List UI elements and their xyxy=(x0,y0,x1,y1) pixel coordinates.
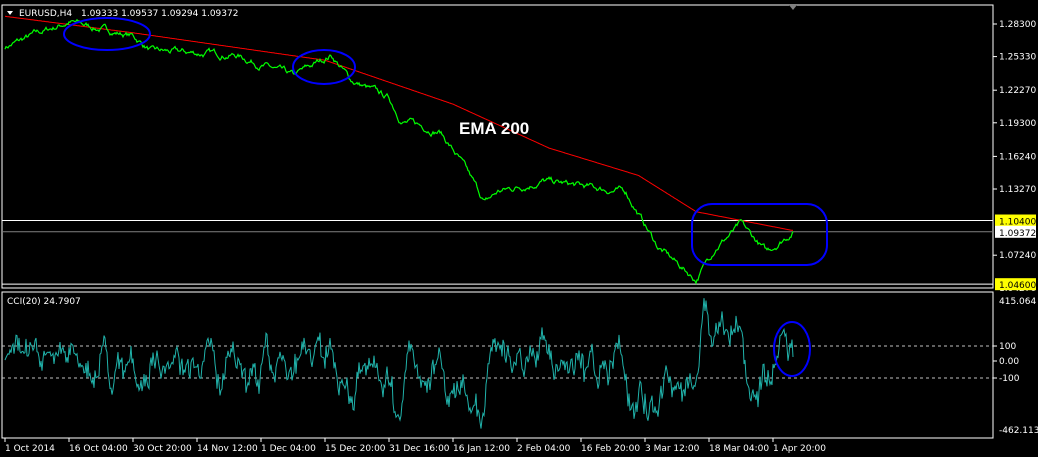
time-tick-label: 30 Oct 20:00 xyxy=(133,444,192,454)
price-tick-label: 1.28300 xyxy=(999,20,1036,30)
time-tick-label: 14 Nov 12:00 xyxy=(197,444,258,454)
time-tick-label: 18 Mar 04:00 xyxy=(709,444,769,454)
price-tick-label: 1.07240 xyxy=(999,251,1036,261)
cci-tick-label: -100 xyxy=(999,374,1020,384)
cci-tick-label: -462.1133 xyxy=(999,426,1038,436)
time-tick-label: 1 Oct 2014 xyxy=(5,444,55,454)
price-tick-label: 1.19300 xyxy=(999,119,1036,129)
ema-annotation: EMA 200 xyxy=(459,119,529,138)
time-tick-label: 2 Feb 04:00 xyxy=(517,444,571,454)
price-tick-label: 1.25330 xyxy=(999,53,1036,63)
price-line xyxy=(4,18,794,285)
current-price-label: 1.09372 xyxy=(999,229,1036,239)
cci-tick-label: 100 xyxy=(999,342,1016,352)
chart-canvas[interactable]: EMA 200 EURUSD,H4 1.09333 1.09537 1.0929… xyxy=(0,0,1038,457)
time-tick-label: 16 Feb 20:00 xyxy=(581,444,640,454)
price-tick-label: 1.13270 xyxy=(999,185,1036,195)
time-tick-label: 1 Dec 04:00 xyxy=(261,444,316,454)
symbol-label: EURUSD,H4 xyxy=(19,9,72,19)
time-tick-label: 3 Mar 12:00 xyxy=(645,444,700,454)
time-tick-label: 16 Jan 12:00 xyxy=(453,444,510,454)
cci-tick-label: 0.00 xyxy=(999,357,1019,367)
menu-triangle-icon[interactable] xyxy=(7,11,13,15)
cci-tick-label: 415.064 xyxy=(999,297,1036,307)
time-tick-label: 31 Dec 16:00 xyxy=(389,444,450,454)
indicator-frame xyxy=(1,291,994,439)
time-tick-label: 1 Apr 20:00 xyxy=(773,444,826,454)
price-tick-label: 1.16240 xyxy=(999,152,1036,162)
cci-line xyxy=(4,298,794,429)
price-tick-label: 1.22270 xyxy=(999,86,1036,96)
level-price-label: 1.04600 xyxy=(999,281,1036,291)
time-tick-label: 15 Dec 20:00 xyxy=(325,444,386,454)
cci-label: CCI(20) 24.7907 xyxy=(7,297,81,307)
window-shift-marker[interactable] xyxy=(789,5,797,10)
highlight-ellipse-1 xyxy=(63,17,151,51)
highlight-box xyxy=(691,203,828,266)
ohlc-values: 1.09333 1.09537 1.09294 1.09372 xyxy=(81,9,238,19)
time-tick-label: 16 Oct 04:00 xyxy=(69,444,128,454)
